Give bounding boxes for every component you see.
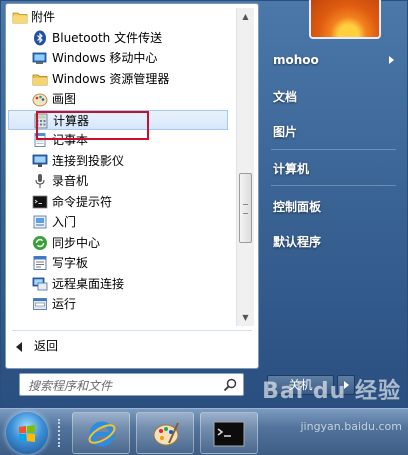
- program-label: 画图: [52, 92, 77, 106]
- watermark-brand: Bai du 经验: [262, 379, 401, 404]
- microphone-icon: [35, 174, 45, 188]
- program-label: 录音机: [52, 174, 89, 188]
- start-menu: 附件 Bluetooth 文件传送 Windows 移动中心 Windows 资…: [0, 0, 408, 408]
- search-input[interactable]: [26, 376, 220, 395]
- programs-list: 附件 Bluetooth 文件传送 Windows 移动中心 Windows 资…: [8, 7, 228, 315]
- program-sound-recorder[interactable]: 录音机: [8, 171, 228, 192]
- program-label: 命令提示符: [52, 194, 113, 209]
- run-icon: [33, 298, 47, 310]
- search-icon[interactable]: [223, 378, 237, 392]
- paint-icon: [32, 93, 48, 107]
- command-prompt-icon: [213, 421, 245, 447]
- remote-desktop-icon: [32, 277, 48, 290]
- bluetooth-icon: [34, 30, 46, 45]
- programs-pane: 附件 Bluetooth 文件传送 Windows 移动中心 Windows 资…: [5, 3, 259, 369]
- program-label: 远程桌面连接: [52, 276, 125, 291]
- program-paint[interactable]: 画图: [8, 89, 228, 110]
- right-column: mohoo 文档 图片 计算机 控制面板 默认程序: [263, 0, 408, 371]
- program-bluetooth[interactable]: Bluetooth 文件传送: [8, 28, 228, 49]
- internet-explorer-icon: [88, 421, 116, 447]
- program-explorer[interactable]: Windows 资源管理器: [8, 69, 228, 90]
- program-mobility-center[interactable]: Windows 移动中心: [8, 48, 228, 69]
- taskbar-internet-explorer[interactable]: [72, 412, 130, 454]
- back-button[interactable]: 返回: [16, 336, 58, 356]
- taskbar: jingyan.baidu.com: [0, 408, 408, 455]
- control-panel-label: 控制面板: [273, 200, 322, 214]
- folder-label: 附件: [31, 10, 56, 24]
- wordpad-icon: [33, 256, 47, 270]
- calculator-highlight-box: [36, 111, 149, 140]
- program-label: Bluetooth 文件传送: [52, 30, 163, 45]
- program-label: 入门: [52, 215, 77, 229]
- sync-center-icon: [33, 235, 47, 250]
- program-sync-center[interactable]: 同步中心: [8, 233, 228, 254]
- program-label: 同步中心: [52, 235, 101, 250]
- program-remote-desktop[interactable]: 远程桌面连接: [8, 274, 228, 295]
- program-label: Windows 资源管理器: [52, 71, 170, 86]
- search-box[interactable]: [19, 373, 244, 396]
- programs-scrollbar[interactable]: ▲ ▼: [236, 8, 254, 326]
- folder-accessories[interactable]: 附件: [8, 7, 228, 28]
- grip-icon: [243, 204, 248, 214]
- taskbar-command-prompt[interactable]: [200, 412, 258, 454]
- program-label: 写字板: [52, 256, 89, 270]
- menu-user[interactable]: mohoo: [273, 53, 319, 67]
- right-divider: [271, 185, 396, 186]
- mobility-center-icon: [32, 52, 47, 64]
- user-picture[interactable]: [309, 0, 381, 39]
- back-arrow-icon: [16, 342, 22, 352]
- pictures-label: 图片: [273, 125, 298, 139]
- program-run[interactable]: 运行: [8, 294, 228, 315]
- paint-palette-icon: [153, 422, 179, 446]
- program-getting-started[interactable]: 入门: [8, 212, 228, 233]
- getting-started-icon: [33, 215, 47, 229]
- start-button[interactable]: [6, 412, 48, 454]
- scroll-down-icon[interactable]: ▼: [238, 310, 253, 325]
- watermark-url: jingyan.baidu.com: [300, 420, 402, 433]
- computer-label: 计算机: [273, 162, 310, 176]
- program-command-prompt[interactable]: 命令提示符: [8, 192, 228, 213]
- scrollbar-thumb[interactable]: [239, 173, 252, 243]
- program-projector[interactable]: 连接到投影仪: [8, 151, 228, 172]
- explorer-folder-icon: [32, 74, 48, 85]
- program-label: 运行: [52, 297, 77, 311]
- projector-icon: [32, 154, 48, 167]
- menu-computer[interactable]: 计算机: [273, 160, 309, 177]
- menu-documents[interactable]: 文档: [273, 88, 297, 105]
- menu-control-panel[interactable]: 控制面板: [273, 198, 321, 215]
- program-wordpad[interactable]: 写字板: [8, 253, 228, 274]
- taskbar-paint[interactable]: [136, 412, 194, 454]
- documents-label: 文档: [273, 90, 298, 104]
- back-label: 返回: [34, 339, 59, 353]
- default-programs-label: 默认程序: [273, 235, 322, 249]
- menu-default-programs[interactable]: 默认程序: [273, 233, 321, 250]
- command-prompt-icon: [32, 195, 48, 208]
- scroll-up-icon[interactable]: ▲: [238, 9, 253, 24]
- divider: [12, 330, 252, 331]
- windows-logo-icon: [19, 425, 35, 442]
- chevron-right-icon: [389, 56, 394, 64]
- right-divider: [271, 149, 396, 150]
- user-label: mohoo: [273, 53, 319, 67]
- program-label: 连接到投影仪: [52, 153, 125, 168]
- folder-icon: [12, 12, 28, 24]
- program-label: Windows 移动中心: [52, 51, 158, 65]
- menu-pictures[interactable]: 图片: [273, 123, 297, 140]
- taskbar-grip[interactable]: [58, 419, 64, 447]
